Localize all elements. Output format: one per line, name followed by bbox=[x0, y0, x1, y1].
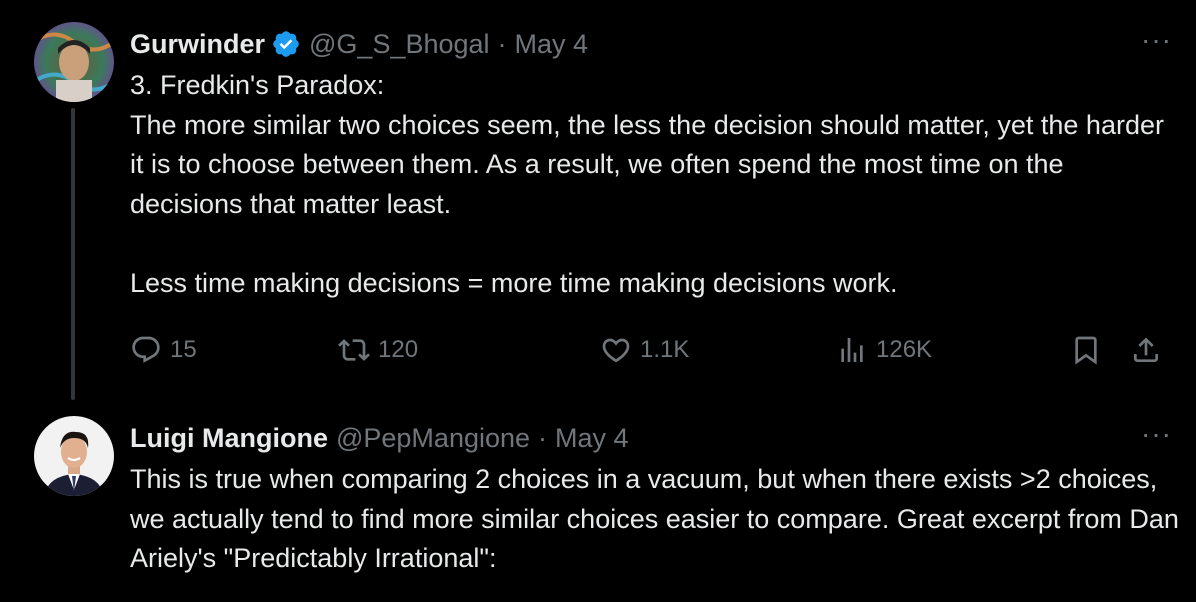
author-handle[interactable]: @PepMangione bbox=[336, 423, 530, 454]
author-handle[interactable]: @G_S_Bhogal bbox=[309, 29, 490, 60]
reply-button[interactable]: 15 bbox=[130, 334, 197, 366]
tweet-paragraph: This is true when comparing 2 choices in… bbox=[130, 464, 1179, 573]
retweet-icon bbox=[338, 339, 370, 361]
tweet-paragraph: Less time making decisions = more time m… bbox=[130, 267, 898, 298]
view-count: 126K bbox=[876, 336, 933, 363]
tweet-paragraph: The more similar two choices seem, the l… bbox=[130, 109, 1164, 219]
tweet-actions: 15 120 1.1K 126K bbox=[130, 334, 1170, 374]
more-icon[interactable]: ··· bbox=[1141, 418, 1172, 450]
separator-dot: · bbox=[538, 422, 548, 453]
tweet-date[interactable]: May 4 bbox=[515, 29, 589, 60]
like-count: 1.1K bbox=[640, 336, 690, 363]
bookmark-icon bbox=[1075, 336, 1097, 365]
tweet-paragraph bbox=[130, 224, 1180, 264]
avatar[interactable] bbox=[34, 416, 114, 496]
author-name[interactable]: Luigi Mangione bbox=[130, 423, 328, 454]
verified-badge-icon bbox=[273, 31, 299, 57]
retweet-button[interactable]: 120 bbox=[338, 334, 418, 366]
author-name[interactable]: Gurwinder bbox=[130, 29, 265, 60]
tweet-text: 3. Fredkin's Paradox: The more similar t… bbox=[130, 66, 1180, 303]
views-icon bbox=[841, 338, 863, 362]
avatar[interactable] bbox=[34, 22, 114, 102]
like-icon bbox=[602, 338, 630, 363]
views-button[interactable]: 126K bbox=[836, 334, 932, 366]
tweet-text: This is true when comparing 2 choices in… bbox=[130, 460, 1180, 579]
thread-connector-line bbox=[71, 108, 75, 400]
share-button[interactable] bbox=[1130, 334, 1170, 366]
retweet-count: 120 bbox=[378, 336, 419, 363]
bookmark-button[interactable] bbox=[1070, 334, 1110, 366]
like-button[interactable]: 1.1K bbox=[600, 334, 689, 366]
separator-dot: · bbox=[497, 28, 507, 59]
reply-icon bbox=[132, 336, 160, 363]
tweet-date[interactable]: May 4 bbox=[555, 423, 629, 454]
more-icon[interactable]: ··· bbox=[1141, 24, 1172, 56]
reply-count: 15 bbox=[170, 336, 197, 363]
share-icon bbox=[1134, 337, 1158, 362]
tweet-paragraph: 3. Fredkin's Paradox: bbox=[130, 70, 385, 100]
